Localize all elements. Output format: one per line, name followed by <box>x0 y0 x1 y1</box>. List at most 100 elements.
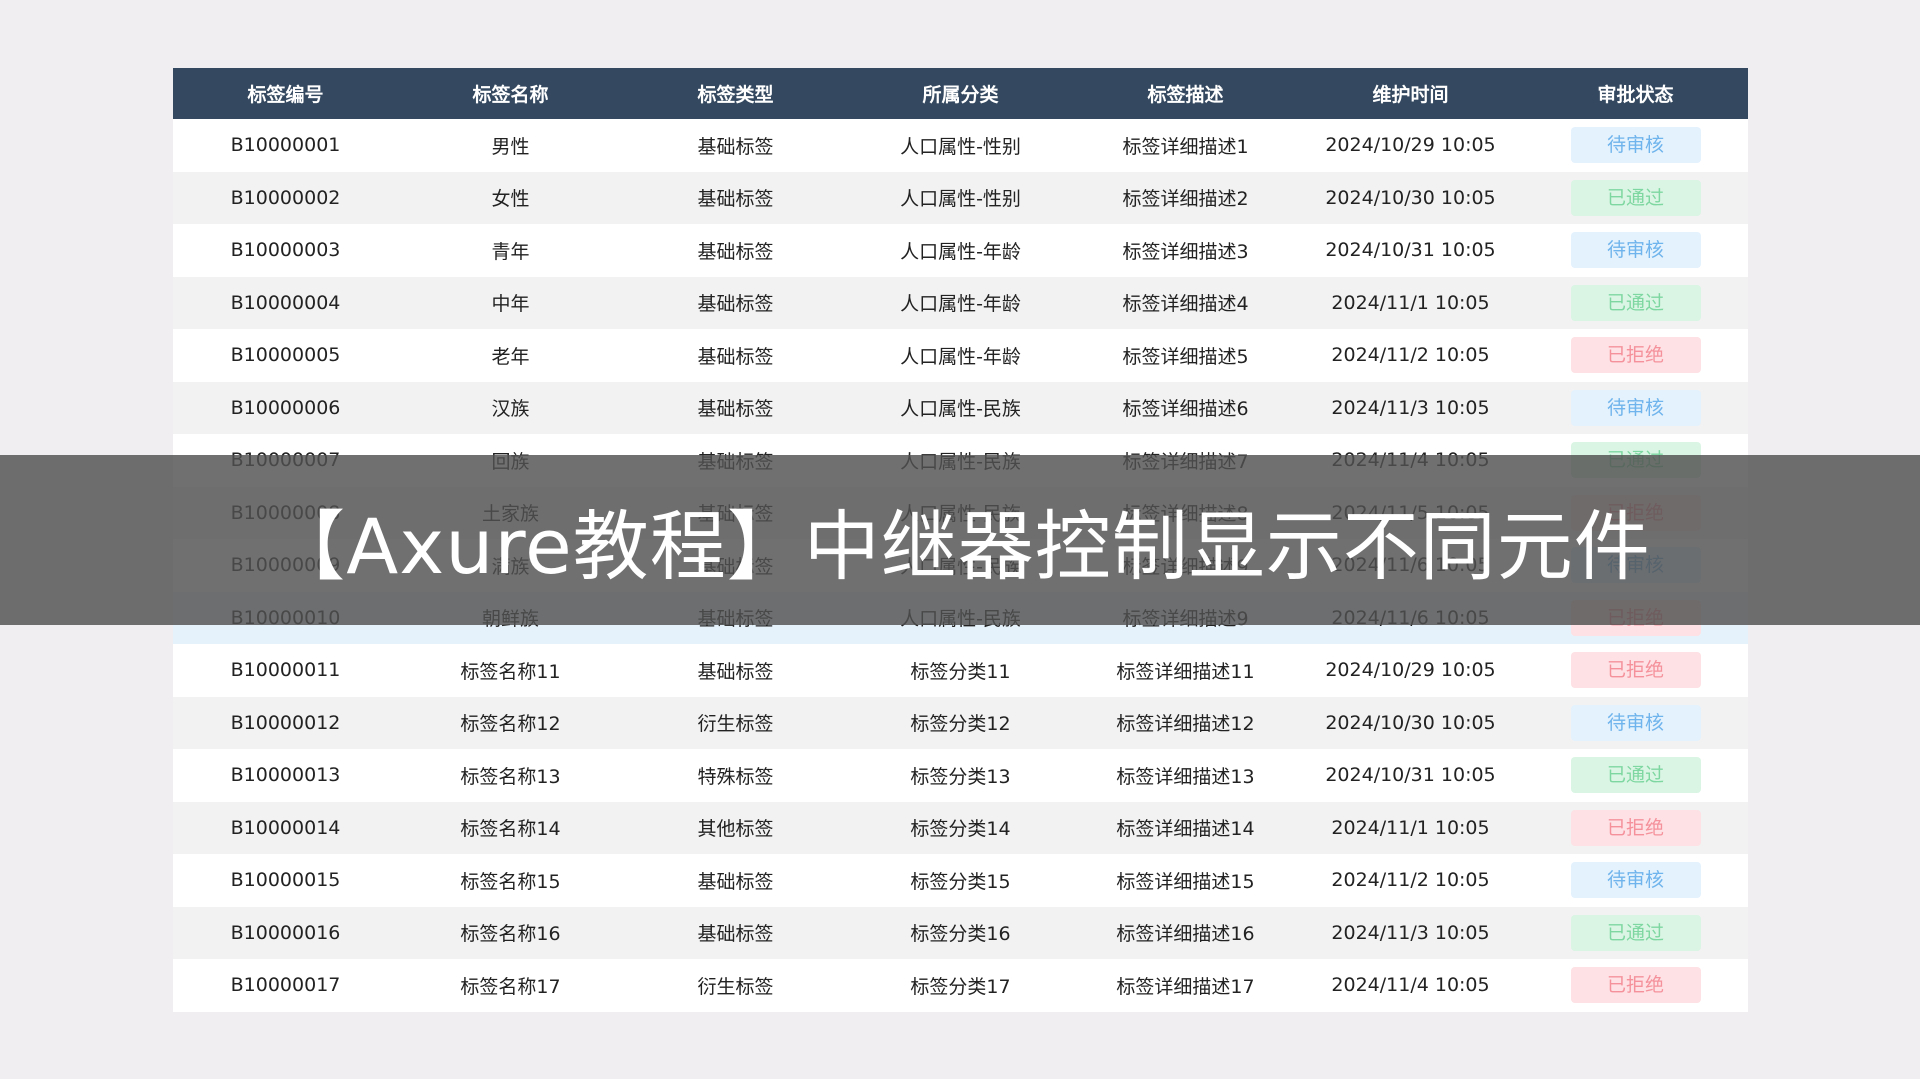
cell-tag-type: 基础标签 <box>697 870 774 893</box>
cell-tag-type: 基础标签 <box>697 240 774 263</box>
cell-maintain-time: 2024/11/1 10:05 <box>1331 816 1490 839</box>
cell-maintain-time: 2024/11/2 10:05 <box>1331 344 1490 367</box>
cell-tag-id: B10000002 <box>230 186 341 209</box>
table-row[interactable]: B10000015 标签名称15 基础标签 标签分类15 标签详细描述15 2024/11… <box>173 854 1748 907</box>
status-badge[interactable]: 待审核 <box>1570 704 1701 741</box>
cell-tag-name: 标签名称14 <box>460 818 561 841</box>
column-header-status[interactable]: 审批状态 <box>1523 68 1748 119</box>
cell-approval-status: 已拒绝 <box>1523 644 1748 697</box>
cell-tag-description: 标签详细描述14 <box>1116 818 1255 841</box>
cell-approval-status: 待审核 <box>1523 224 1748 277</box>
cell-tag-description: 标签详细描述13 <box>1116 765 1255 788</box>
cell-maintain-time: 2024/10/29 10:05 <box>1325 659 1496 682</box>
column-header-id[interactable]: 标签编号 <box>173 68 398 119</box>
cell-tag-category: 标签分类13 <box>910 765 1011 788</box>
cell-tag-description: 标签详细描述1 <box>1122 135 1249 158</box>
cell-maintain-time: 2024/11/2 10:05 <box>1331 869 1490 892</box>
status-badge[interactable]: 待审核 <box>1570 389 1701 426</box>
cell-tag-category: 人口属性-性别 <box>900 135 1021 158</box>
cell-approval-status: 已通过 <box>1523 907 1748 960</box>
column-header-type[interactable]: 标签类型 <box>623 68 848 119</box>
cell-maintain-time: 2024/10/31 10:05 <box>1325 764 1496 787</box>
cell-tag-name: 女性 <box>491 188 530 211</box>
table-row[interactable]: B10000003 青年 基础标签 人口属性-年龄 标签详细描述3 2024/10/31 … <box>173 224 1748 277</box>
cell-tag-name: 标签名称17 <box>460 975 561 998</box>
status-badge[interactable]: 已通过 <box>1570 914 1701 951</box>
cell-tag-description: 标签详细描述16 <box>1116 923 1255 946</box>
cell-tag-name: 标签名称13 <box>460 765 561 788</box>
cell-tag-name: 青年 <box>491 240 530 263</box>
cell-tag-name: 中年 <box>491 293 530 316</box>
cell-tag-id: B10000001 <box>230 134 341 157</box>
cell-tag-category: 标签分类12 <box>910 713 1011 736</box>
status-badge[interactable]: 已拒绝 <box>1570 967 1701 1004</box>
table-row[interactable]: B10000002 女性 基础标签 人口属性-性别 标签详细描述2 2024/10/30 … <box>173 171 1748 225</box>
cell-tag-type: 衍生标签 <box>697 713 774 736</box>
table-row[interactable]: B10000012 标签名称12 衍生标签 标签分类12 标签详细描述12 2024/10… <box>173 696 1748 749</box>
status-badge[interactable]: 待审核 <box>1570 232 1701 269</box>
status-badge[interactable]: 待审核 <box>1570 862 1701 899</box>
cell-tag-category: 人口属性-年龄 <box>900 345 1021 368</box>
cell-tag-type: 其他标签 <box>697 818 774 841</box>
status-badge[interactable]: 已通过 <box>1570 284 1701 321</box>
table-row[interactable]: B10000005 老年 基础标签 人口属性-年龄 标签详细描述5 2024/11/2 1… <box>173 329 1748 382</box>
column-header-name[interactable]: 标签名称 <box>398 68 623 119</box>
cell-tag-id: B10000004 <box>230 291 341 314</box>
cell-tag-description: 标签详细描述3 <box>1122 240 1249 263</box>
cell-tag-name: 标签名称12 <box>460 713 561 736</box>
table-row[interactable]: B10000001 男性 基础标签 人口属性-性别 标签详细描述1 2024/10/29 … <box>173 119 1748 172</box>
cell-tag-description: 标签详细描述2 <box>1122 188 1249 211</box>
table-row[interactable]: B10000014 标签名称14 其他标签 标签分类14 标签详细描述14 2024/11… <box>173 801 1748 854</box>
cell-tag-category: 标签分类14 <box>910 818 1011 841</box>
table-header-row: 标签编号 标签名称 标签类型 所属分类 标签描述 维护时间 审批状态 <box>173 68 1748 119</box>
status-badge[interactable]: 已拒绝 <box>1570 337 1701 374</box>
cell-tag-name: 男性 <box>491 135 530 158</box>
cell-tag-name: 标签名称16 <box>460 923 561 946</box>
banner-title: 【Axure教程】中继器控制显示不同元件 <box>269 502 1651 591</box>
cell-tag-id: B10000012 <box>230 711 341 734</box>
cell-tag-id: B10000016 <box>230 921 341 944</box>
table-row[interactable]: B10000016 标签名称16 基础标签 标签分类16 标签详细描述16 2024/11… <box>173 906 1748 960</box>
cell-tag-description: 标签详细描述11 <box>1116 660 1255 683</box>
table-row[interactable]: B10000011 标签名称11 基础标签 标签分类11 标签详细描述11 2024/10… <box>173 644 1748 697</box>
status-badge[interactable]: 待审核 <box>1570 127 1701 164</box>
table-row[interactable]: B10000006 汉族 基础标签 人口属性-民族 标签详细描述6 2024/11/3 1… <box>173 381 1748 434</box>
cell-approval-status: 已拒绝 <box>1523 329 1748 382</box>
table-row[interactable]: B10000004 中年 基础标签 人口属性-年龄 标签详细描述4 2024/11/1 1… <box>173 276 1748 330</box>
cell-tag-type: 基础标签 <box>697 923 774 946</box>
cell-tag-type: 特殊标签 <box>697 765 774 788</box>
cell-tag-category: 标签分类16 <box>910 923 1011 946</box>
cell-approval-status: 待审核 <box>1523 854 1748 907</box>
cell-tag-name: 汉族 <box>491 398 530 421</box>
status-badge[interactable]: 已拒绝 <box>1570 652 1701 689</box>
cell-approval-status: 已通过 <box>1523 172 1748 225</box>
cell-tag-type: 基础标签 <box>697 135 774 158</box>
column-header-category[interactable]: 所属分类 <box>848 68 1073 119</box>
column-header-time[interactable]: 维护时间 <box>1298 68 1523 119</box>
cell-tag-description: 标签详细描述12 <box>1116 713 1255 736</box>
cell-tag-description: 标签详细描述5 <box>1122 345 1249 368</box>
cell-tag-description: 标签详细描述17 <box>1116 975 1255 998</box>
cell-approval-status: 已通过 <box>1523 749 1748 802</box>
cell-maintain-time: 2024/11/1 10:05 <box>1331 291 1490 314</box>
cell-tag-type: 衍生标签 <box>697 975 774 998</box>
table-row[interactable]: B10000013 标签名称13 特殊标签 标签分类13 标签详细描述13 2024/10… <box>173 749 1748 802</box>
cell-maintain-time: 2024/10/31 10:05 <box>1325 239 1496 262</box>
status-badge[interactable]: 已通过 <box>1570 179 1701 216</box>
cell-tag-type: 基础标签 <box>697 398 774 421</box>
table-row[interactable]: B10000017 标签名称17 衍生标签 标签分类17 标签详细描述17 2024/11… <box>173 959 1748 1012</box>
cell-tag-category: 标签分类17 <box>910 975 1011 998</box>
cell-approval-status: 已通过 <box>1523 277 1748 330</box>
cell-tag-id: B10000011 <box>230 659 341 682</box>
cell-tag-description: 标签详细描述6 <box>1122 398 1249 421</box>
status-badge[interactable]: 已通过 <box>1570 757 1701 794</box>
cell-tag-type: 基础标签 <box>697 188 774 211</box>
status-badge[interactable]: 已拒绝 <box>1570 809 1701 846</box>
cell-tag-description: 标签详细描述4 <box>1122 293 1249 316</box>
cell-tag-id: B10000015 <box>230 869 341 892</box>
cell-tag-category: 人口属性-年龄 <box>900 293 1021 316</box>
column-header-description[interactable]: 标签描述 <box>1073 68 1298 119</box>
cell-approval-status: 待审核 <box>1523 119 1748 172</box>
cell-tag-type: 基础标签 <box>697 345 774 368</box>
cell-tag-name: 标签名称15 <box>460 870 561 893</box>
